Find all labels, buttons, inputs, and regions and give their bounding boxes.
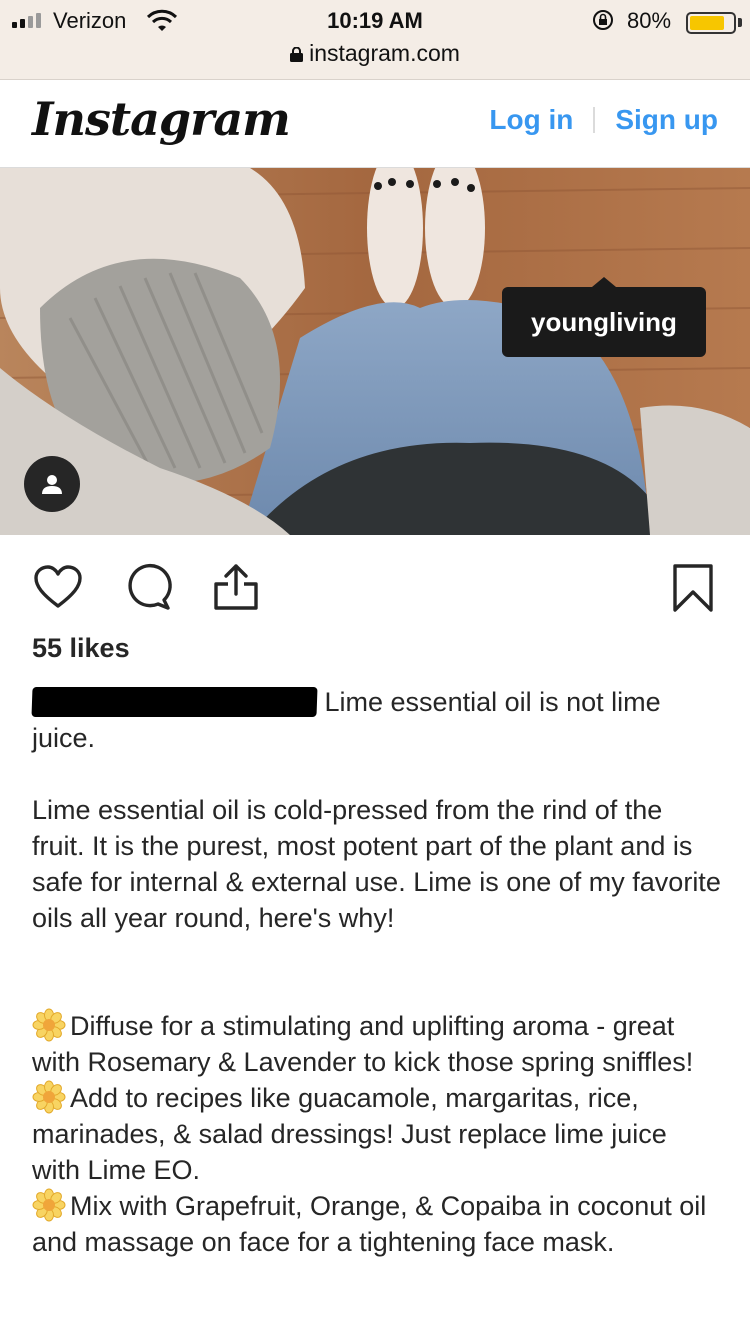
- instagram-header: Instagram Log in Sign up: [0, 80, 750, 168]
- auth-links: Log in Sign up: [489, 104, 718, 136]
- address-bar[interactable]: instagram.com: [0, 40, 750, 67]
- divider: [593, 107, 596, 133]
- flower-emoji-icon: [32, 1008, 66, 1042]
- caption-tip-text: Diffuse for a stimulating and uplifting …: [32, 1011, 694, 1077]
- browser-status-area: Verizon 10:19 AM 80% instagram.com: [0, 0, 750, 80]
- caption-tip-text: Add to recipes like guacamole, margarita…: [32, 1083, 667, 1185]
- battery-percent: 80%: [627, 8, 672, 33]
- post-photo[interactable]: youngliving: [0, 168, 750, 535]
- url-text: instagram.com: [309, 40, 460, 66]
- battery-level: [690, 16, 724, 30]
- user-tags-button[interactable]: [24, 456, 80, 512]
- caption-body: Lime essential oil is cold-pressed from …: [32, 795, 721, 933]
- post-actions: [0, 550, 750, 626]
- post-caption: Lime essential oil is not lime juice. Li…: [31, 684, 722, 1260]
- battery-nub: [738, 18, 742, 27]
- battery-icon: [686, 12, 736, 34]
- caption-tip-text: Mix with Grapefruit, Orange, & Copaiba i…: [32, 1191, 707, 1257]
- login-link[interactable]: Log in: [489, 104, 573, 136]
- heart-icon[interactable]: [32, 562, 84, 614]
- photo-user-tag[interactable]: youngliving: [502, 277, 706, 357]
- share-icon[interactable]: [210, 562, 262, 614]
- bookmark-icon[interactable]: [667, 562, 719, 614]
- caption-tips: Diffuse for a stimulating and uplifting …: [32, 1008, 722, 1260]
- caption-first-line: Lime essential oil is not lime juice.: [31, 684, 722, 756]
- status-bar: Verizon 10:19 AM 80%: [0, 6, 750, 36]
- caption-tip: Diffuse for a stimulating and uplifting …: [32, 1008, 722, 1080]
- lock-icon: [290, 47, 304, 62]
- likes-count[interactable]: 55 likes: [32, 633, 130, 664]
- flower-emoji-icon: [32, 1080, 66, 1114]
- rotation-lock-icon: [593, 10, 613, 30]
- comment-icon[interactable]: [122, 562, 174, 614]
- instagram-logo[interactable]: Instagram: [32, 92, 291, 146]
- caption-tip: Mix with Grapefruit, Orange, & Copaiba i…: [32, 1188, 722, 1260]
- signup-link[interactable]: Sign up: [615, 104, 718, 136]
- redacted-username: [31, 687, 318, 717]
- person-icon: [42, 475, 62, 494]
- caption-tip: Add to recipes like guacamole, margarita…: [32, 1080, 722, 1188]
- flower-emoji-icon: [32, 1188, 66, 1222]
